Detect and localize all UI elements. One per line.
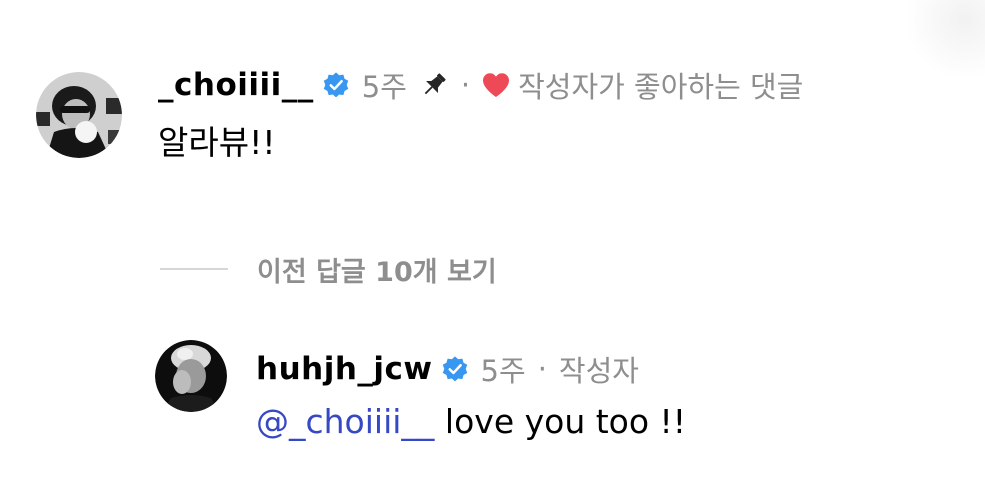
comment-time: 5주 [361,70,407,104]
reply-text-container: @_choiiii__ love you too !! [256,402,686,441]
verified-badge-icon [442,356,467,382]
reply-text: love you too !! [434,402,686,441]
reply-avatar[interactable] [155,340,227,412]
pin-icon [424,73,446,95]
view-previous-replies-button[interactable]: 이전 답글 10개 보기 [257,250,497,289]
reply-time: 5주 [480,354,526,388]
liked-by-author-label: 작성자가 좋아하는 댓글 [518,70,804,104]
mention-link[interactable]: @_choiiii__ [256,402,434,441]
comment-text: 알라뷰!! [158,123,276,162]
avatar-image [36,72,122,158]
verified-badge-icon [323,72,348,98]
reply-header: huhjh_jcw 5주 · 작성자 [256,348,639,390]
comment-header: _choiiii__ 5주 · 작성자가 좋아하는 댓글 [158,64,803,106]
author-badge: 작성자 [558,354,639,388]
reply-avatar-image [155,340,227,412]
heart-icon [483,73,510,97]
username[interactable]: _choiiii__ [158,67,314,103]
comment-thread: _choiiii__ 5주 · 작성자가 좋아하는 댓글 알라뷰!! 이전 답글… [0,0,985,483]
avatar[interactable] [36,72,122,158]
separator-dot: · [460,68,471,102]
separator-dot: · [537,352,547,386]
replies-divider [160,268,228,270]
corner-decoration [905,0,985,80]
reply-username[interactable]: huhjh_jcw [256,351,433,387]
